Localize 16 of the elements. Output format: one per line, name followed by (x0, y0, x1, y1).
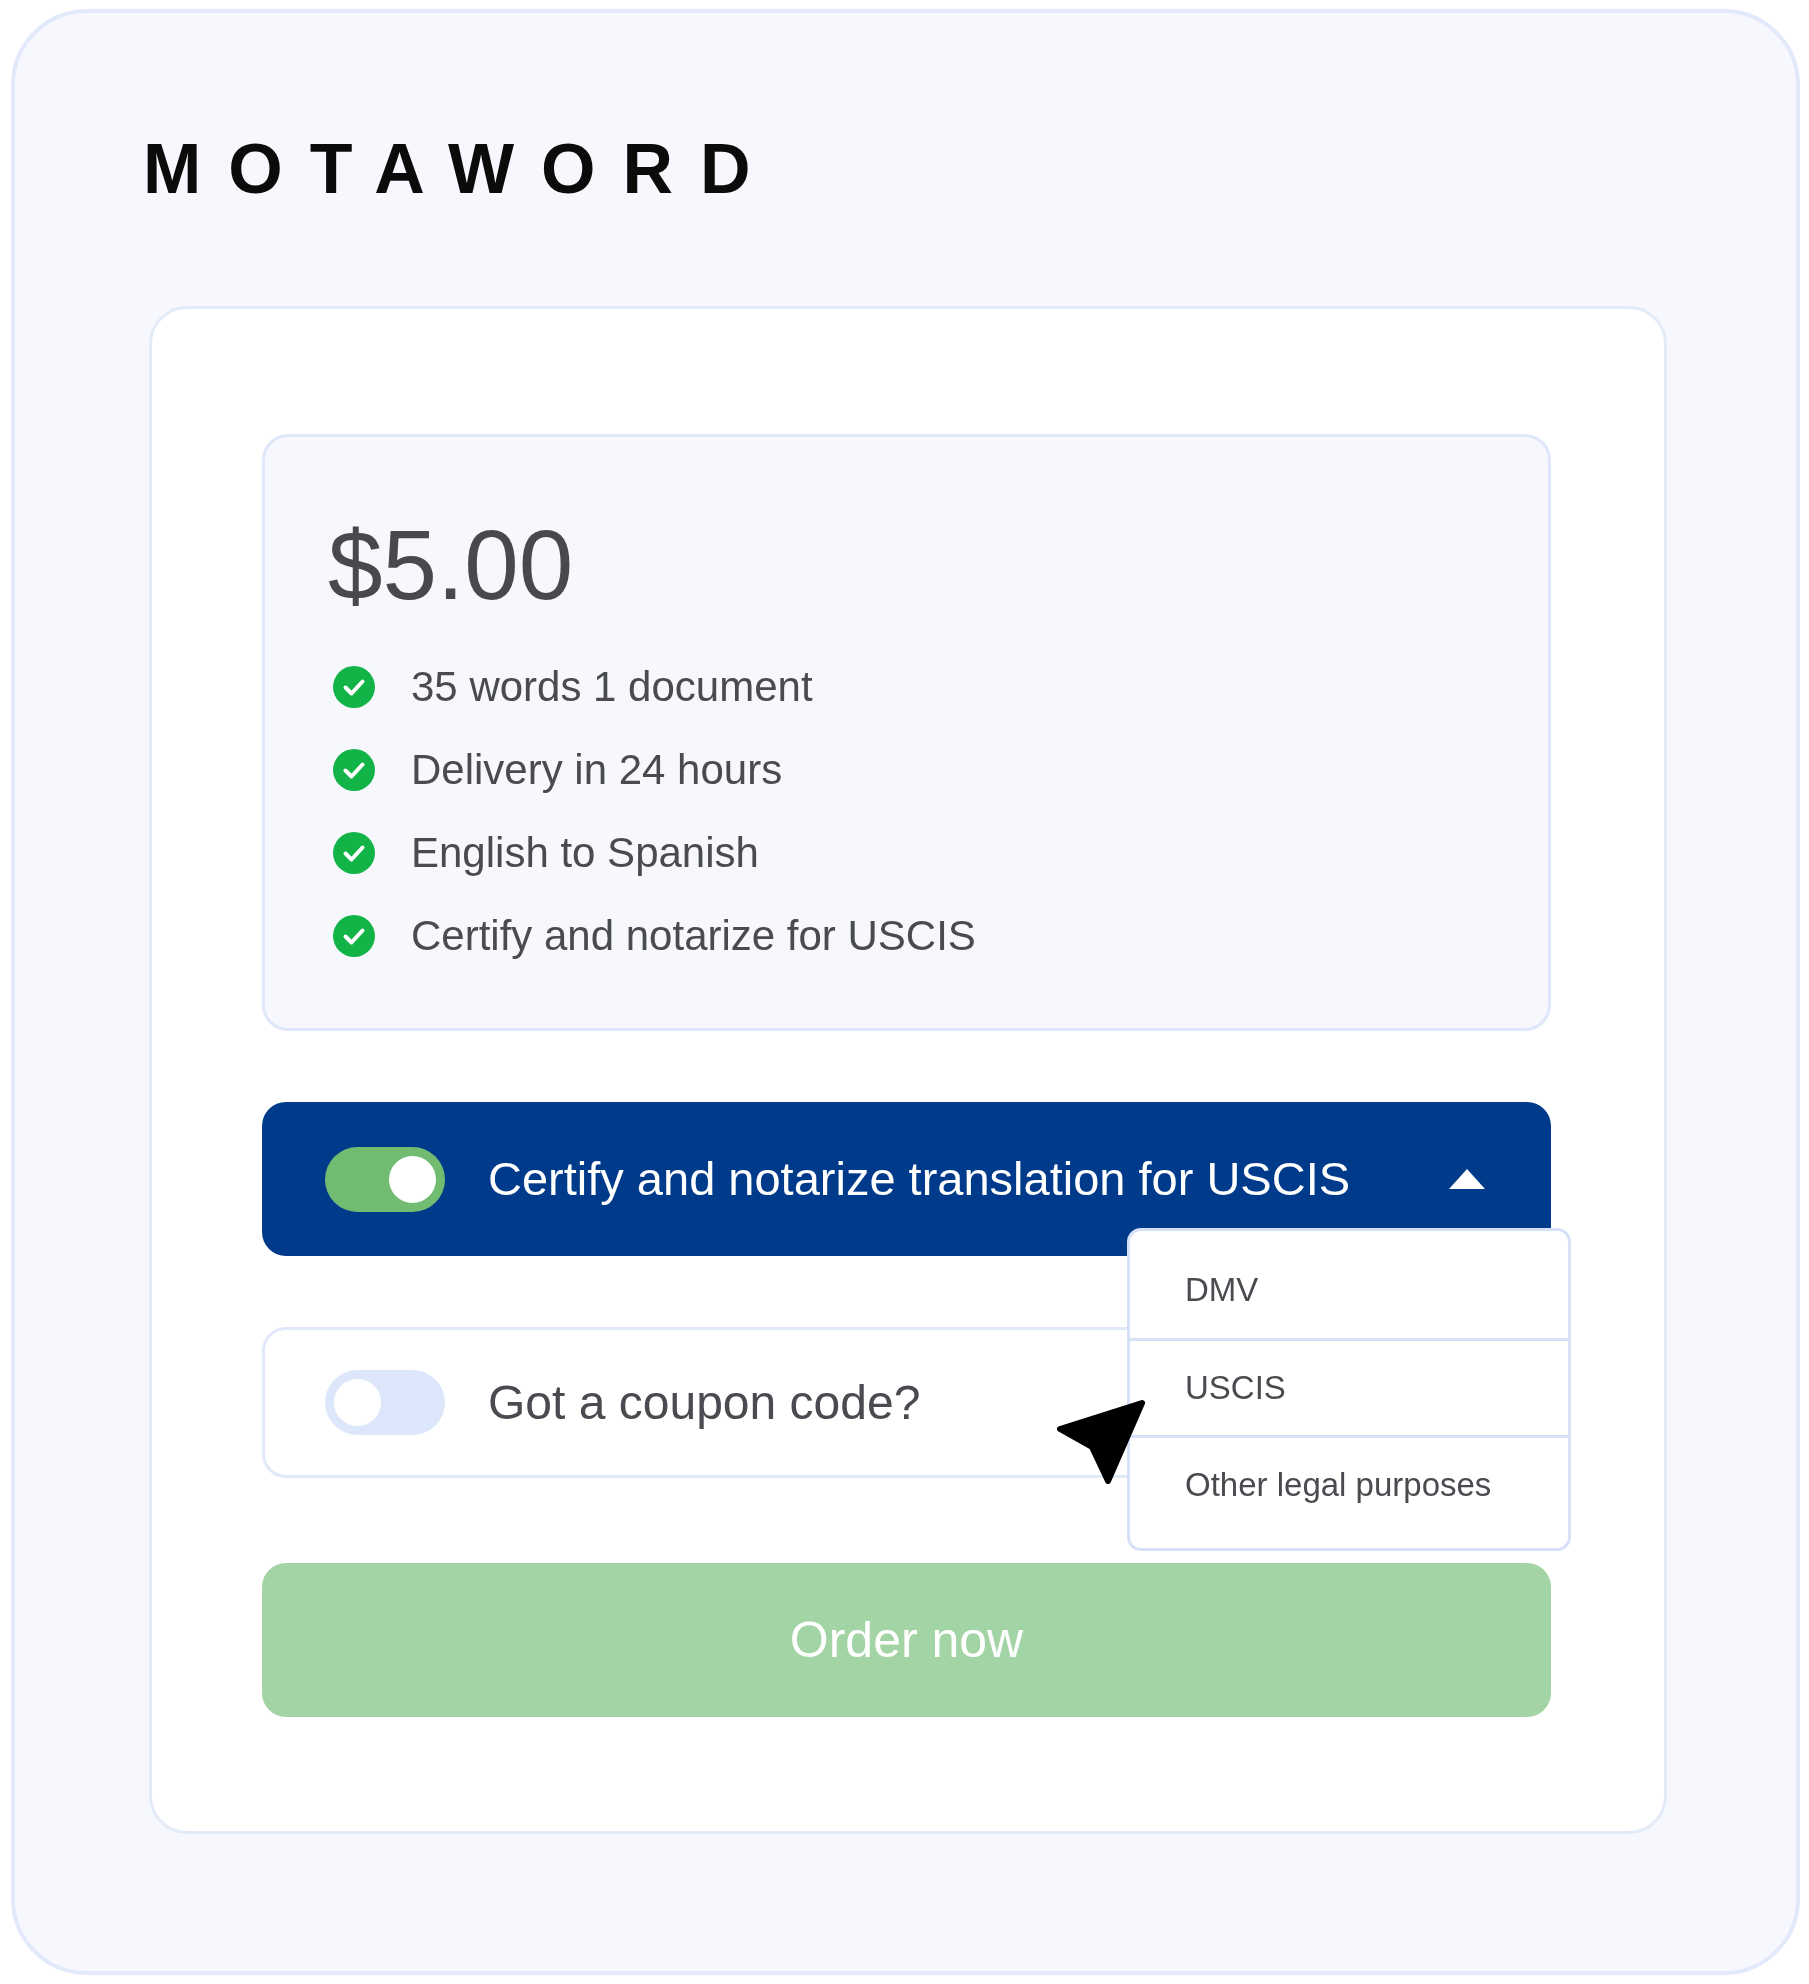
check-circle-icon (333, 832, 375, 874)
feature-text: Certify and notarize for USCIS (411, 910, 976, 961)
feature-text: English to Spanish (411, 827, 759, 878)
feature-text: Delivery in 24 hours (411, 744, 783, 795)
price-amount: $5.00 (328, 516, 574, 614)
option-label: Got a coupon code? (488, 1374, 921, 1431)
check-circle-icon (333, 749, 375, 791)
option-label: Certify and notarize translation for USCIS (488, 1150, 1351, 1207)
caret-icon[interactable] (1449, 1169, 1485, 1189)
cursor-arrow-icon (1056, 1398, 1146, 1485)
check-circle-icon (333, 915, 375, 957)
check-circle-icon (333, 666, 375, 708)
feature-text: 35 words 1 document (411, 661, 813, 712)
logo-wordmark: MOTAWORD (143, 134, 778, 204)
menu-item[interactable]: Other legal purposes (1130, 1435, 1568, 1532)
menu-item[interactable]: DMV (1130, 1241, 1568, 1338)
